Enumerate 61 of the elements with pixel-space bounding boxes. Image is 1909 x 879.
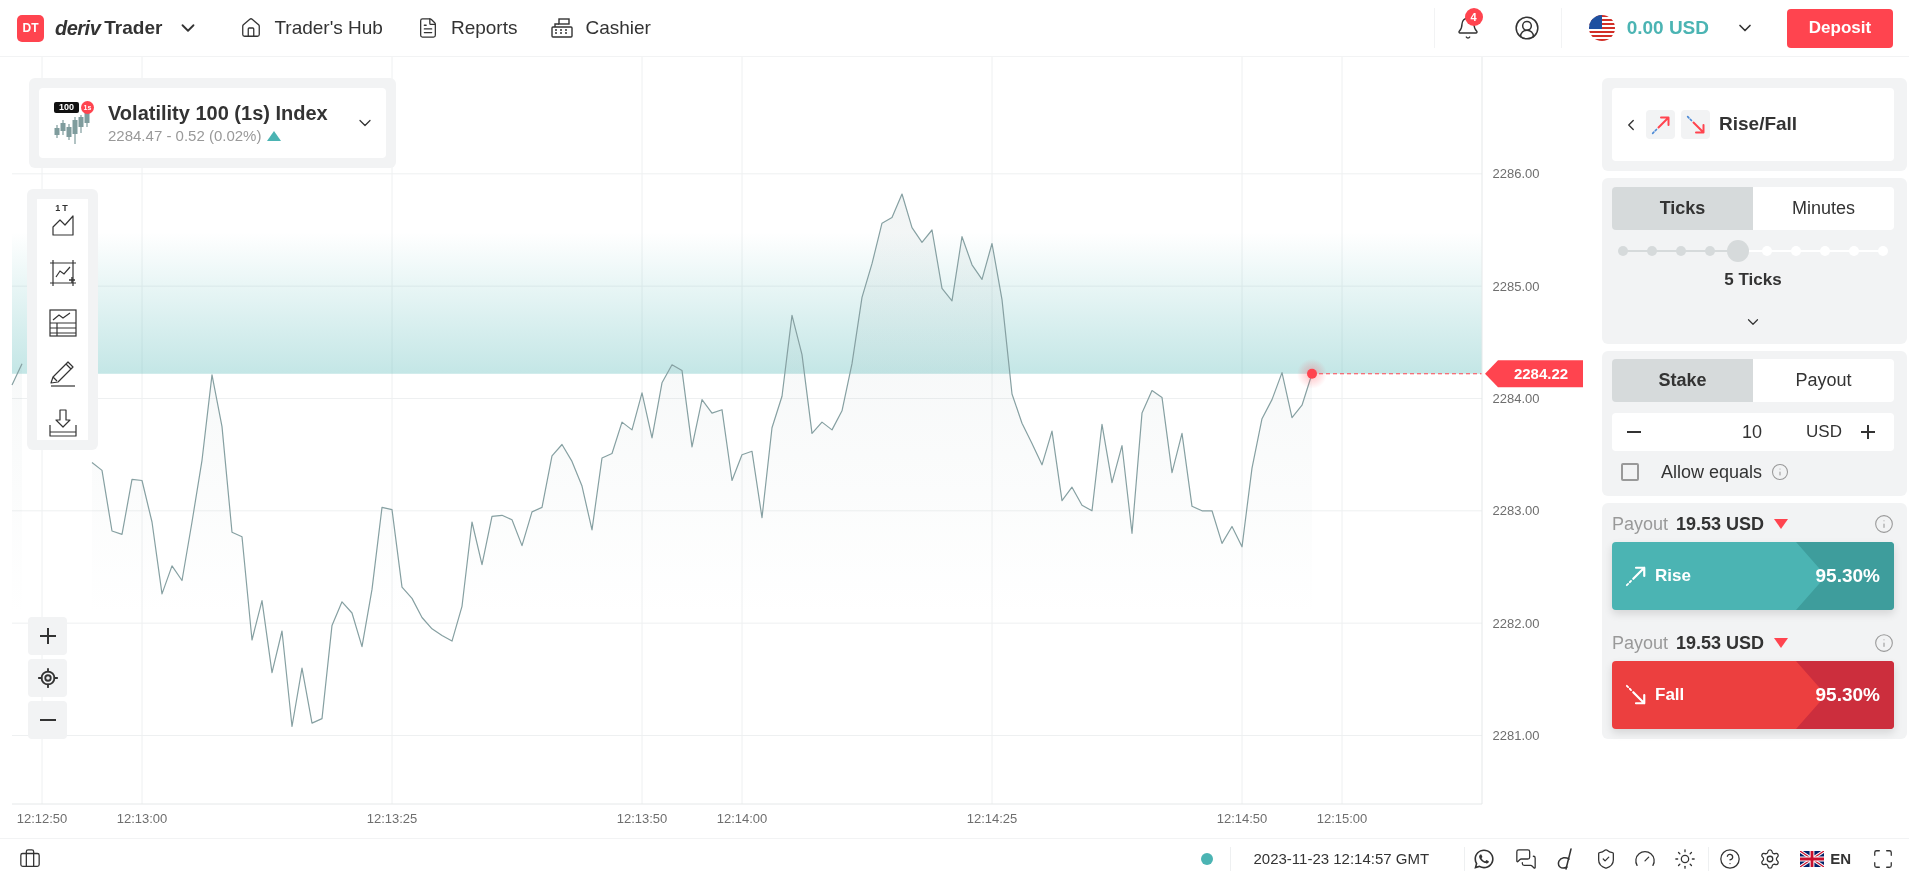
y-axis-label: 2286.00 xyxy=(1492,166,1540,182)
fall-button[interactable]: Fall 95.30% xyxy=(1612,661,1894,729)
symbol-name: Volatility 100 (1s) Index xyxy=(108,100,328,126)
payout-amount: 19.53 USD xyxy=(1676,512,1765,536)
logo-badge: DT xyxy=(17,14,44,42)
x-axis-label: 12:14:00 xyxy=(716,811,768,826)
flag-icon[interactable] xyxy=(1800,851,1825,867)
x-axis-label: 12:14:50 xyxy=(1216,811,1268,826)
brand-name: deriv xyxy=(55,16,101,40)
nav-link[interactable]: Cashier xyxy=(551,13,651,43)
payout-label: Payout xyxy=(1612,631,1669,655)
increase-button[interactable] xyxy=(1842,413,1894,451)
x-axis-label: 12:15:00 xyxy=(1316,811,1368,826)
x-axis-label: 12:13:25 xyxy=(366,811,418,826)
cash-register-icon xyxy=(551,18,574,38)
symbol-quote: 2284.47 - 0.52 (0.02%) xyxy=(108,125,262,146)
plus-icon xyxy=(1861,425,1875,439)
home-icon xyxy=(240,17,263,39)
flag-icon xyxy=(1588,15,1615,41)
amount-tab[interactable]: Stake xyxy=(1612,359,1753,402)
nav-link[interactable]: Reports xyxy=(416,13,518,43)
settings-icon[interactable] xyxy=(1759,848,1782,870)
spot-price-tag: 2284.22 xyxy=(1485,360,1583,388)
notification-badge: 4 xyxy=(1464,8,1483,26)
payout-label: Payout xyxy=(1612,512,1669,536)
nav-link[interactable]: Trader's Hub xyxy=(240,13,383,43)
slider-thumb[interactable] xyxy=(1727,240,1750,262)
x-axis-label: 12:13:00 xyxy=(116,811,168,826)
product-name: Trader xyxy=(104,16,163,40)
help-icon[interactable] xyxy=(1719,848,1742,870)
up-right-arrow-icon xyxy=(1625,565,1647,587)
chat-icon[interactable] xyxy=(1515,848,1538,870)
phone-chat-icon[interactable] xyxy=(1473,848,1496,870)
fullscreen-icon[interactable] xyxy=(1872,848,1894,870)
duration-tab[interactable]: Ticks xyxy=(1612,187,1753,230)
x-axis-label: 12:13:50 xyxy=(616,811,668,826)
allow-equals-label: Allow equals xyxy=(1661,460,1763,484)
x-axis-label: 12:14:25 xyxy=(966,811,1018,826)
allow-equals-checkbox[interactable] xyxy=(1621,463,1639,481)
briefcase-icon[interactable] xyxy=(19,848,41,870)
symbol-tag: 100 xyxy=(54,102,79,113)
duration-value: 5 Ticks xyxy=(1724,269,1782,291)
user-icon[interactable] xyxy=(1513,15,1540,41)
contract-type-selector[interactable]: Rise/Fall xyxy=(1612,88,1894,161)
duration-tab[interactable]: Minutes xyxy=(1753,187,1894,230)
y-axis-label: 2282.00 xyxy=(1492,615,1540,631)
server-time: 2023-11-23 12:14:57 GMT xyxy=(1253,848,1430,869)
y-axis-label: 2283.00 xyxy=(1492,503,1540,519)
payout-amount: 19.53 USD xyxy=(1676,631,1765,655)
amount-tab[interactable]: Payout xyxy=(1753,359,1894,402)
y-axis-label: 2281.00 xyxy=(1492,728,1540,743)
sun-icon[interactable] xyxy=(1674,848,1697,870)
candlestick-icon xyxy=(54,111,90,144)
down-right-arrow-icon xyxy=(1625,684,1647,706)
language-label[interactable]: EN xyxy=(1830,847,1851,871)
x-axis-label: 12:12:50 xyxy=(16,811,68,826)
y-axis-label: 2284.00 xyxy=(1492,391,1540,406)
currency-label: USD xyxy=(1806,413,1842,451)
minus-icon xyxy=(1627,431,1641,433)
y-axis-label: 2285.00 xyxy=(1492,278,1540,294)
stake-input[interactable]: 10 xyxy=(1656,413,1806,451)
